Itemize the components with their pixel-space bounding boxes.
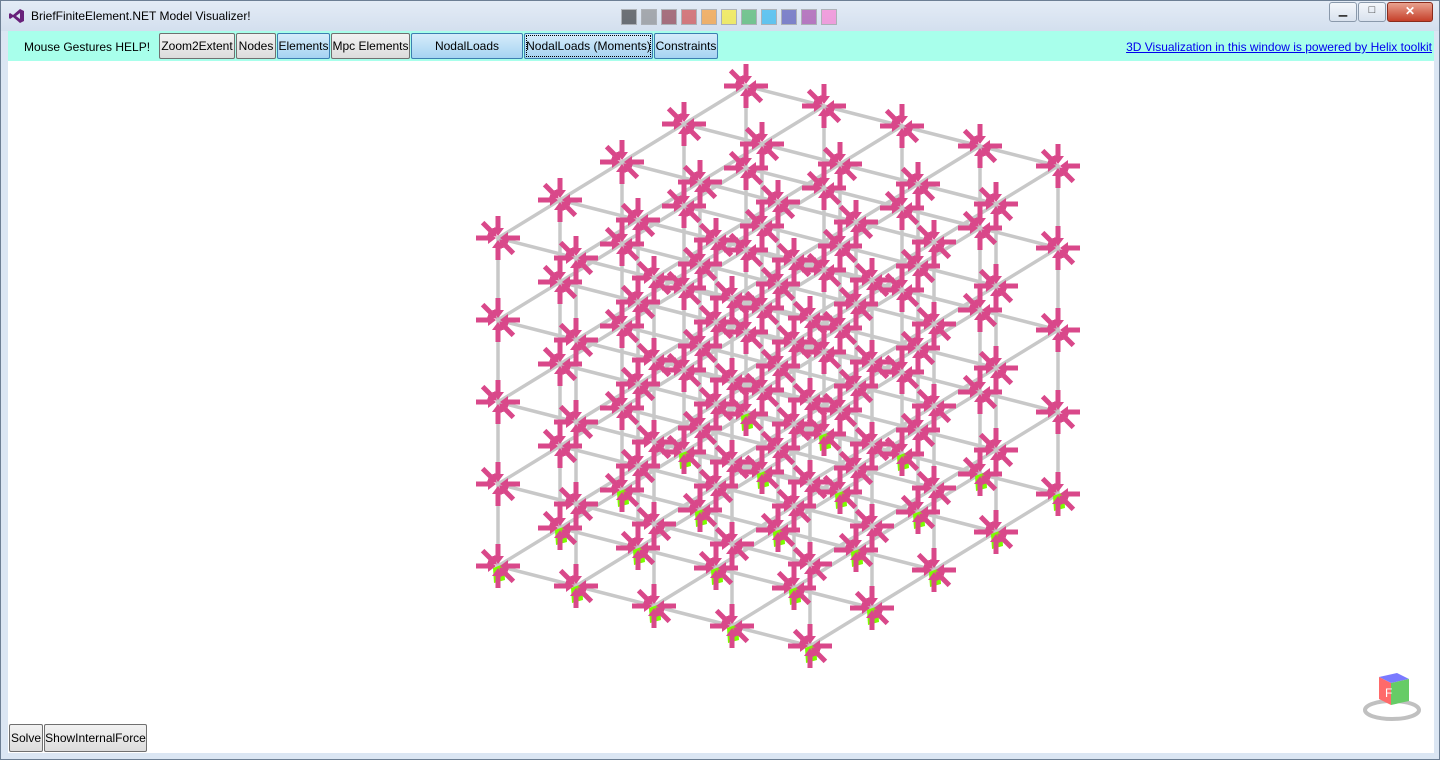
mpc-elements-toggle-button[interactable]: Mpc Elements <box>331 33 410 59</box>
element-beam <box>994 328 1060 370</box>
element-beam <box>496 444 562 486</box>
toolbar: Mouse Gestures HELP! Zoom2Extent Nodes E… <box>8 31 1434 77</box>
element-beam <box>496 198 562 240</box>
element-beam <box>496 526 562 568</box>
3d-viewport[interactable]: F Solve ShowInternalForce <box>8 61 1434 753</box>
show-internal-force-button[interactable]: ShowInternalForce <box>44 724 147 752</box>
minimize-icon: ▁ <box>1338 5 1348 17</box>
element-beam <box>682 84 748 126</box>
element-beam <box>994 246 1060 288</box>
window-frame-bottom <box>1 753 1439 759</box>
close-button[interactable]: ✕ <box>1387 2 1433 22</box>
background-color-palette <box>621 4 837 28</box>
view-cube-icon[interactable]: F <box>1361 663 1423 725</box>
element-beam <box>496 362 562 404</box>
element-beam <box>994 492 1060 534</box>
nodal-loads-moments-toggle-button[interactable]: NodalLoads (Moments) <box>524 33 653 59</box>
element-beam <box>994 164 1060 206</box>
element-beam <box>994 410 1060 452</box>
close-icon: ✕ <box>1404 4 1416 18</box>
app-window: BriefFiniteElement.NET Model Visualizer!… <box>0 0 1440 760</box>
mouse-gestures-help[interactable]: Mouse Gestures HELP! <box>24 40 150 54</box>
element-beam <box>730 586 796 628</box>
helix-toolkit-link[interactable]: 3D Visualization in this window is power… <box>1126 40 1432 54</box>
element-beam <box>496 280 562 322</box>
element-beam <box>932 530 998 572</box>
maximize-icon: □ <box>1368 4 1376 16</box>
element-beam <box>760 104 826 146</box>
constraints-toggle-button[interactable]: Constraints <box>654 33 718 59</box>
visual-studio-icon <box>9 9 24 23</box>
svg-text:F: F <box>1385 686 1392 700</box>
element-beam <box>870 568 936 610</box>
caption-buttons: ▁ □ ✕ <box>1328 2 1433 22</box>
element-beam <box>808 606 874 648</box>
elements-toggle-button[interactable]: Elements <box>277 33 330 59</box>
minimize-button[interactable]: ▁ <box>1329 2 1357 22</box>
nodes-toggle-button[interactable]: Nodes <box>236 33 276 59</box>
element-beam <box>652 566 718 608</box>
element-beam <box>838 124 904 166</box>
element-beam <box>558 160 624 202</box>
model-scene[interactable] <box>8 61 1434 753</box>
window-title: BriefFiniteElement.NET Model Visualizer! <box>31 9 251 23</box>
nodal-loads-forces-toggle-button[interactable]: NodalLoads (Forces) <box>411 33 523 77</box>
element-beam <box>574 546 640 588</box>
element-beam <box>916 144 982 186</box>
element-beam <box>620 122 686 164</box>
maximize-button[interactable]: □ <box>1358 2 1386 22</box>
title-bar[interactable]: BriefFiniteElement.NET Model Visualizer!… <box>1 1 1439 31</box>
solve-button[interactable]: Solve <box>9 724 43 752</box>
zoom-to-extent-button[interactable]: Zoom2Extent <box>159 33 235 59</box>
